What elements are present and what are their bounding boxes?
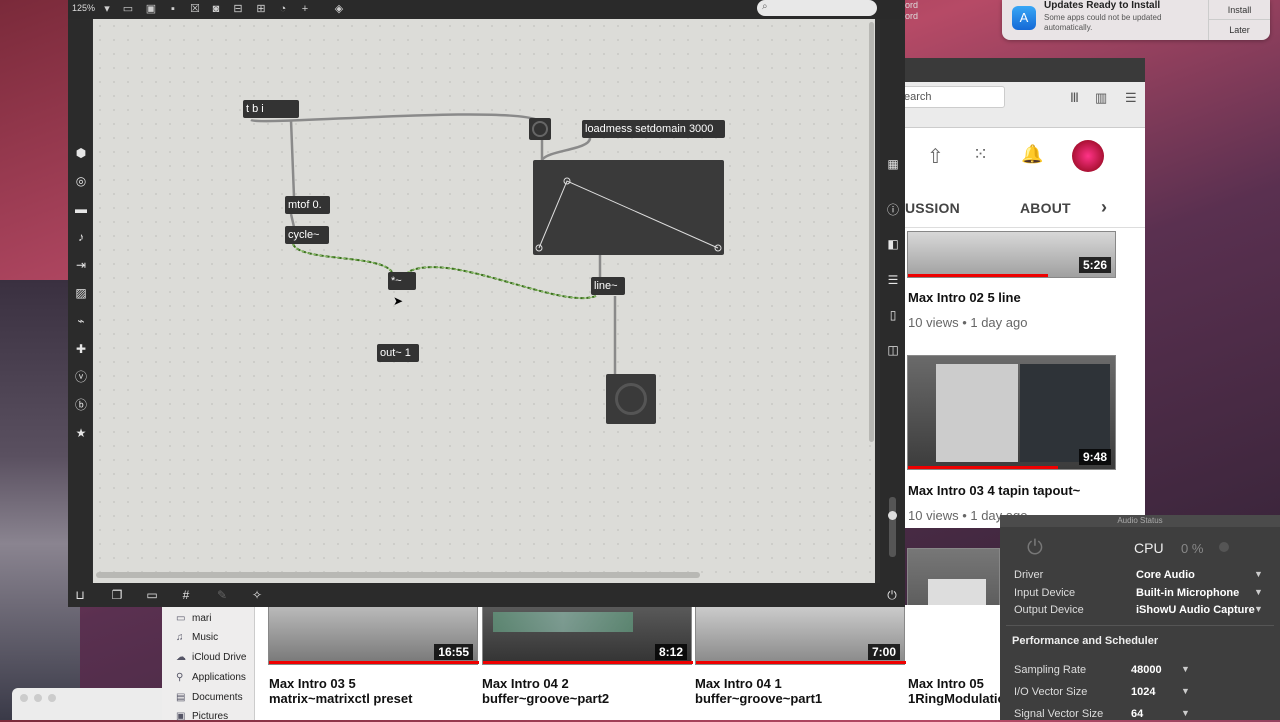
function-breakpoints	[535, 177, 722, 252]
patch-cords	[250, 113, 617, 375]
multiply-object[interactable]: *~	[388, 272, 416, 290]
bang-object[interactable]	[529, 118, 551, 140]
mtof-object[interactable]: mtof 0.	[285, 196, 330, 214]
out-object[interactable]: out~ 1	[377, 344, 419, 362]
function-graph[interactable]	[533, 160, 724, 255]
loadmess-object[interactable]: loadmess setdomain 3000	[582, 120, 725, 138]
mouse-cursor-icon: ➤	[393, 294, 404, 308]
trigger-object[interactable]: t b i	[243, 100, 299, 118]
cycle-object[interactable]: cycle~	[285, 226, 329, 244]
speaker-icon	[615, 383, 647, 415]
ezdac-object[interactable]	[606, 374, 656, 424]
line-object[interactable]: line~	[591, 277, 625, 295]
